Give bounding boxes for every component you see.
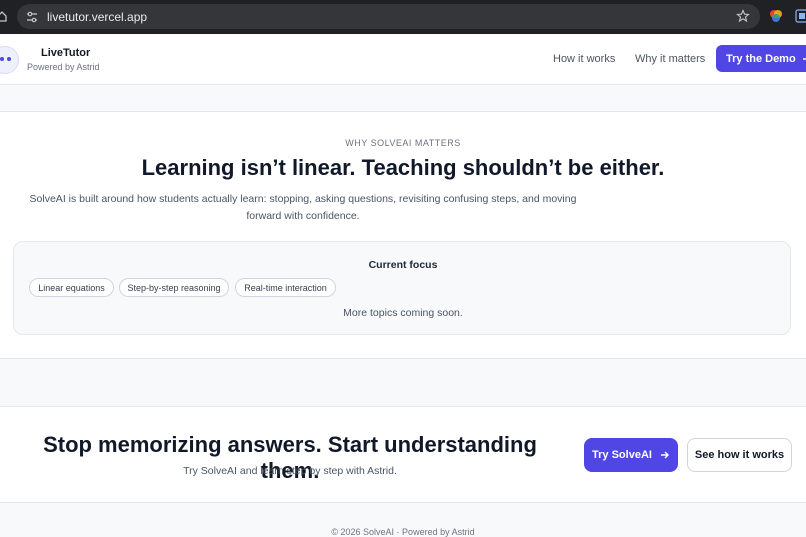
topic-chip-linear-equations: Linear equations bbox=[29, 278, 114, 297]
brand-name[interactable]: LiveTutor bbox=[41, 47, 90, 59]
topic-chip-step-by-step: Step-by-step reasoning bbox=[119, 278, 229, 297]
arrow-right-icon bbox=[660, 451, 669, 459]
star-icon[interactable] bbox=[736, 9, 750, 23]
try-the-demo-button[interactable]: Try the Demo bbox=[716, 45, 806, 72]
extension-grid-icon[interactable] bbox=[795, 9, 806, 23]
footer-copyright: © 2026 SolveAI · Powered by Astrid bbox=[331, 527, 475, 537]
section-eyebrow: WHY SOLVEAI MATTERS bbox=[345, 138, 461, 148]
browser-toolbar: livetutor.vercel.app bbox=[0, 0, 806, 34]
section-description: SolveAI is built around how students act… bbox=[29, 193, 577, 222]
site-info-icon[interactable] bbox=[25, 10, 39, 24]
try-solveai-button[interactable]: Try SolveAI bbox=[584, 438, 678, 472]
try-solveai-label: Try SolveAI bbox=[592, 449, 652, 461]
why-it-matters-section: WHY SOLVEAI MATTERS Learning isn’t linea… bbox=[0, 111, 806, 359]
cta-section: Stop memorizing answers. Start understan… bbox=[0, 406, 806, 503]
avatar-eye bbox=[0, 57, 4, 61]
site-header: LiveTutor Powered by Astrid How it works… bbox=[0, 34, 806, 85]
current-focus-card: Current focus Linear equations Step-by-s… bbox=[13, 241, 791, 335]
avatar-eye bbox=[7, 57, 11, 61]
nav-how-it-works[interactable]: How it works bbox=[553, 53, 615, 65]
more-topics-note: More topics coming soon. bbox=[343, 307, 463, 319]
current-focus-title: Current focus bbox=[368, 259, 438, 271]
arrow-right-icon bbox=[802, 57, 806, 60]
astrid-avatar[interactable] bbox=[0, 46, 19, 74]
try-the-demo-label: Try the Demo bbox=[726, 52, 796, 65]
url-text[interactable]: livetutor.vercel.app bbox=[47, 10, 147, 24]
topic-chip-real-time: Real-time interaction bbox=[235, 278, 336, 297]
brand-tagline: Powered by Astrid bbox=[27, 62, 100, 72]
address-bar[interactable]: livetutor.vercel.app bbox=[17, 4, 760, 29]
extension-color-icon[interactable] bbox=[769, 9, 783, 23]
nav-why-it-matters[interactable]: Why it matters bbox=[635, 53, 705, 65]
section-headline: Learning isn’t linear. Teaching shouldn’… bbox=[141, 155, 665, 180]
see-how-it-works-button[interactable]: See how it works bbox=[687, 438, 792, 472]
home-icon[interactable] bbox=[0, 10, 7, 22]
cta-subtitle: Try SolveAI and learn step by step with … bbox=[183, 465, 397, 477]
